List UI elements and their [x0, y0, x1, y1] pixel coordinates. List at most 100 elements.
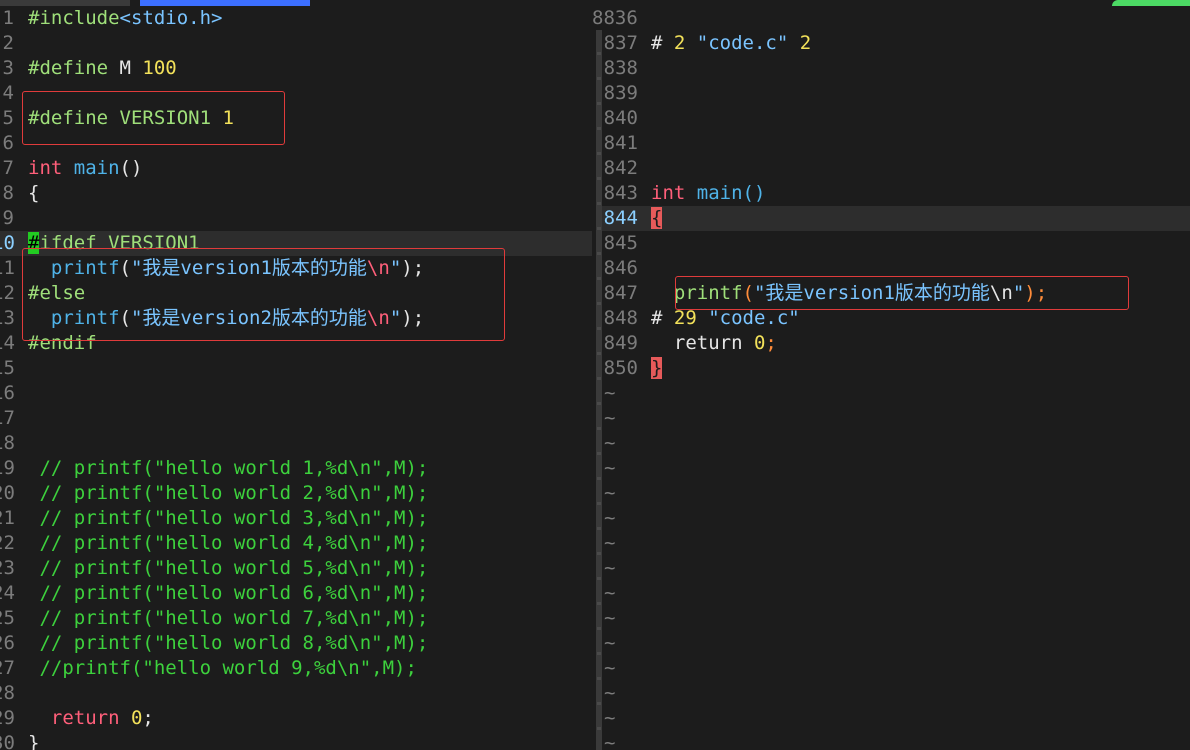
- code-token: // printf("hello world 3,%d\n",M);: [28, 507, 429, 529]
- code-line[interactable]: #define M 100: [28, 56, 177, 81]
- code-token: 2: [673, 32, 697, 54]
- code-token: {: [28, 182, 40, 204]
- code-token: );: [401, 307, 425, 329]
- code-token: ;: [142, 707, 154, 729]
- code-token: int: [651, 182, 686, 204]
- line-number: 21: [0, 507, 15, 529]
- line-number: 849: [603, 332, 638, 354]
- code-line[interactable]: {: [651, 206, 663, 231]
- code-line[interactable]: }: [28, 731, 39, 750]
- code-token: "我是version1版本的功能: [753, 282, 990, 304]
- line-number: 30: [0, 732, 15, 750]
- line-number: 10: [0, 232, 15, 254]
- code-token: #else: [28, 282, 86, 304]
- code-token: (: [119, 257, 131, 279]
- code-token: 1: [222, 107, 234, 129]
- line-number: 27: [0, 657, 15, 679]
- code-token: printf: [28, 307, 120, 329]
- code-token: "我是version2版本的功能: [130, 307, 367, 329]
- right-editor-pane[interactable]: 8836 837 # 2 "code.c" 2 838 839 840 841 842 843…: [592, 0, 1190, 750]
- code-token: // printf("hello world 5,%d\n",M);: [28, 557, 429, 579]
- code-token: #: [651, 32, 674, 54]
- code-token: main: [73, 157, 120, 179]
- line-number: 17: [0, 407, 15, 429]
- code-line[interactable]: //printf("hello world 9,%d\n",M);: [28, 656, 417, 681]
- line-number: 838: [603, 57, 638, 79]
- line-number: 7: [2, 157, 14, 179]
- line-number: 5: [2, 107, 14, 129]
- code-token: printf: [651, 282, 743, 304]
- code-line[interactable]: }: [651, 356, 663, 381]
- code-token: (: [119, 307, 131, 329]
- line-number: 23: [0, 557, 15, 579]
- code-token: <stdio.h>: [119, 7, 223, 29]
- code-line[interactable]: int main(): [28, 156, 142, 181]
- matched-brace: {: [651, 207, 663, 229]
- line-number: 843: [603, 182, 638, 204]
- code-line[interactable]: # 2 "code.c" 2: [651, 31, 811, 56]
- empty-line-tilde: ~: [604, 557, 616, 579]
- empty-line-tilde: ~: [604, 507, 616, 529]
- line-number: 850: [603, 357, 638, 379]
- empty-line-tilde: ~: [604, 482, 616, 504]
- code-token: // printf("hello world 7,%d\n",M);: [28, 607, 429, 629]
- line-number: 848: [603, 307, 638, 329]
- line-number: 844: [603, 207, 638, 229]
- code-token: (): [119, 157, 143, 179]
- code-line[interactable]: #else: [28, 281, 85, 306]
- code-line[interactable]: return 0;: [651, 331, 777, 356]
- code-token: ": [1012, 282, 1025, 304]
- empty-line-tilde: ~: [604, 657, 616, 679]
- line-number: 2: [2, 32, 14, 54]
- code-line[interactable]: int main(): [651, 181, 765, 206]
- code-line[interactable]: // printf("hello world 1,%d\n",M);: [28, 456, 428, 481]
- cursor-line: [602, 206, 1190, 231]
- line-number: 840: [603, 107, 638, 129]
- code-line[interactable]: printf("我是version1版本的功能\n");: [28, 256, 424, 281]
- line-number: 841: [603, 132, 638, 154]
- code-line[interactable]: // printf("hello world 4,%d\n",M);: [28, 531, 428, 556]
- code-line[interactable]: return 0;: [28, 706, 154, 731]
- line-number: 28: [0, 682, 15, 704]
- code-token: ": [389, 257, 402, 279]
- code-line[interactable]: // printf("hello world 2,%d\n",M);: [28, 481, 428, 506]
- code-token: return: [28, 707, 131, 729]
- line-number: 26: [0, 632, 15, 654]
- code-token: //printf("hello world 9,%d\n",M);: [28, 657, 417, 679]
- code-token: // printf("hello world 2,%d\n",M);: [28, 482, 429, 504]
- code-token: #define: [28, 57, 120, 79]
- code-line[interactable]: # 29 "code.c": [651, 306, 800, 331]
- code-token: M: [119, 57, 143, 79]
- code-token: main: [696, 182, 743, 204]
- code-token: \n: [989, 282, 1013, 304]
- tab-strip-right[interactable]: [1112, 0, 1190, 6]
- line-number: 24: [0, 582, 15, 604]
- code-line[interactable]: printf("我是version2版本的功能\n");: [28, 306, 424, 331]
- code-line[interactable]: // printf("hello world 3,%d\n",M);: [28, 506, 428, 531]
- empty-line-tilde: ~: [604, 582, 616, 604]
- code-line[interactable]: {: [28, 181, 39, 206]
- code-line[interactable]: #include<stdio.h>: [28, 6, 222, 31]
- code-token: return: [651, 332, 754, 354]
- code-line[interactable]: printf("我是version1版本的功能\n");: [651, 281, 1047, 306]
- code-line[interactable]: // printf("hello world 5,%d\n",M);: [28, 556, 428, 581]
- code-token: #endif: [28, 332, 97, 354]
- code-token: );: [401, 257, 425, 279]
- code-line[interactable]: #ifdef VERSION1: [28, 231, 200, 256]
- left-editor-pane[interactable]: 1 #include<stdio.h> 2 3 #define M 100 4 5 #defi…: [0, 0, 592, 750]
- code-line[interactable]: #endif: [28, 331, 97, 356]
- code-line[interactable]: // printf("hello world 6,%d\n",M);: [28, 581, 428, 606]
- line-number: 1: [2, 7, 14, 29]
- code-line[interactable]: // printf("hello world 7,%d\n",M);: [28, 606, 428, 631]
- code-line[interactable]: // printf("hello world 8,%d\n",M);: [28, 631, 428, 656]
- line-number: 847: [603, 282, 638, 304]
- code-token: 0: [130, 707, 143, 729]
- empty-line-tilde: ~: [604, 407, 616, 429]
- line-number: 13: [0, 307, 15, 329]
- code-line[interactable]: #define VERSION1 1: [28, 106, 234, 131]
- line-number: 29: [0, 707, 15, 729]
- code-token: // printf("hello world 8,%d\n",M);: [28, 632, 429, 654]
- code-token: \n: [366, 257, 390, 279]
- line-number: 842: [603, 157, 638, 179]
